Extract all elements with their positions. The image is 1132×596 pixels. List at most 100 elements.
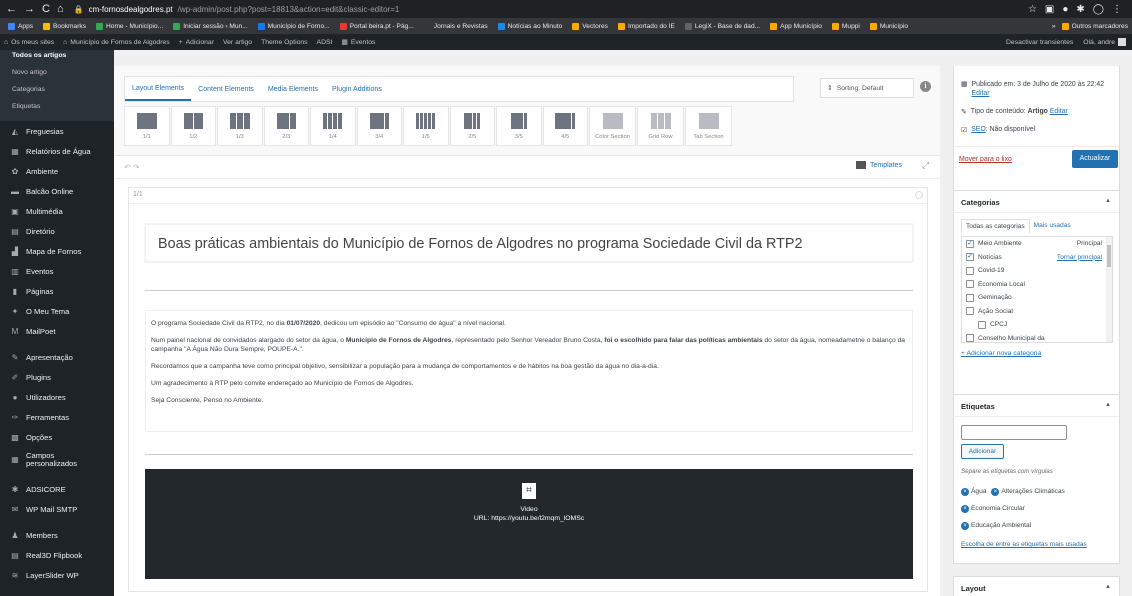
tags-header[interactable]: Etiquetas ▲ [954, 395, 1119, 417]
my-sites-link[interactable]: ⌂ Os meus sites [4, 39, 54, 46]
sidebar-item[interactable]: M MailPoet [0, 321, 114, 341]
layout-element[interactable]: 3/4 [356, 106, 402, 146]
forward-icon[interactable]: → [24, 3, 35, 15]
add-tag-button[interactable]: Adicionar [961, 444, 1004, 459]
layout-header[interactable]: Layout ▲ [954, 577, 1119, 596]
sidebar-item[interactable]: ▤ Real3D Flipbook [0, 545, 114, 565]
category-checkbox[interactable]: ✓ [966, 239, 974, 248]
tab-plugin-additions[interactable]: Plugin Additions [325, 77, 389, 101]
sidebar-item[interactable]: ✎ Apresentação [0, 347, 114, 367]
tab-layout-elements[interactable]: Layout Elements [125, 77, 192, 101]
sidebar-item[interactable]: ▥ Eventos [0, 261, 114, 281]
layout-element[interactable]: 3/5 [496, 106, 542, 146]
bookmarks-more-icon[interactable]: » [1052, 23, 1056, 30]
bookmark-item[interactable]: Vectores [572, 22, 608, 30]
submenu-item[interactable]: Novo artigo [0, 64, 114, 81]
text-block-element[interactable]: O programa Sociedade Civil da RTP2, no d… [145, 310, 913, 432]
sidebar-item[interactable]: ▬ Balcão Online [0, 181, 114, 201]
sidebar-item[interactable]: ▦ Campos personalizados [0, 447, 114, 473]
tag-input[interactable] [961, 425, 1067, 440]
sidebar-item[interactable]: ≋ LayerSlider WP [0, 565, 114, 585]
layout-element[interactable]: Grid Row [637, 106, 684, 146]
submenu-item[interactable]: Todos os artigos [0, 52, 114, 64]
edit-type-link[interactable]: Editar [1050, 108, 1068, 115]
bookmark-item[interactable]: Iniciar sessão ‹ Mun... [173, 22, 248, 30]
tab-most-used[interactable]: Mais usadas [1030, 219, 1075, 233]
sidebar-item[interactable]: ● Utilizadores [0, 387, 114, 407]
other-bookmarks[interactable]: Outros marcadores [1061, 22, 1128, 30]
bookmark-item[interactable]: Notícias ao Minuto [497, 22, 562, 30]
templates-button[interactable]: Templates [856, 161, 902, 169]
category-checkbox[interactable] [966, 293, 974, 302]
extension-icon[interactable]: ▣ [1045, 4, 1054, 15]
star-icon[interactable]: ☆ [1028, 4, 1037, 15]
move-to-trash-link[interactable]: Mover para o lixo [959, 156, 1012, 163]
sidebar-item[interactable]: ✿ Ambiente [0, 161, 114, 181]
sidebar-item[interactable]: ▮ Páginas [0, 281, 114, 301]
collapse-icon[interactable]: ▲ [1105, 198, 1111, 204]
bookmark-item[interactable]: Portal beira.pt - Pág... [339, 22, 414, 30]
tab-content-elements[interactable]: Content Elements [191, 77, 261, 101]
extension-icon-2[interactable]: ● [1062, 4, 1068, 15]
events-link[interactable]: ▦ Eventos [341, 38, 375, 47]
video-element[interactable]: ⌗ Video URL: https://youtu.be/l2mqm_lOMS… [145, 469, 913, 579]
hr-divider-2[interactable] [145, 454, 913, 455]
submenu-item[interactable]: Categorias [0, 81, 114, 98]
category-checkbox[interactable]: ✓ [966, 253, 974, 262]
add-new-link[interactable]: + Adicionar [179, 39, 214, 46]
builder-section[interactable]: 1/1 Boas práticas ambientais do Municípi… [128, 187, 928, 592]
undo-redo-icons[interactable]: ↶ ↷ [124, 163, 140, 172]
sidebar-item[interactable]: ✱ ADSICORE [0, 479, 114, 499]
theme-options-link[interactable]: Theme Options [261, 39, 307, 46]
address-bar[interactable]: 🔒 cm-fornosdealgodres.pt/wp-admin/post.p… [74, 5, 400, 14]
sidebar-item[interactable]: ✦ O Meu Tema [0, 301, 114, 321]
sidebar-item[interactable]: ✐ Plugins [0, 367, 114, 387]
user-menu[interactable]: Olá, andre [1083, 38, 1126, 46]
menu-icon[interactable]: ⋮ [1112, 4, 1122, 15]
layout-element[interactable]: 2/3 [263, 106, 309, 146]
edit-date-link[interactable]: Editar [972, 90, 990, 97]
category-checkbox[interactable] [966, 334, 974, 342]
sidebar-item[interactable]: ▩ Opções [0, 427, 114, 447]
puzzle-icon[interactable]: ✱ [1076, 4, 1084, 15]
layout-element[interactable]: Color Section [589, 106, 636, 146]
sorting-select[interactable]: ⇕ Sorting: Default [820, 78, 914, 98]
layout-element[interactable]: 1/3 [217, 106, 263, 146]
sidebar-item[interactable]: ✑ Ferramentas [0, 407, 114, 427]
transients-link[interactable]: Desactivar transientes [1006, 39, 1073, 46]
adsi-link[interactable]: ADSI [317, 39, 333, 46]
seo-link[interactable]: SEO [971, 126, 986, 133]
sidebar-item[interactable]: ♟ Members [0, 525, 114, 545]
section-toggle-icon[interactable] [915, 191, 923, 199]
bookmark-item[interactable]: Home - Município... [96, 22, 163, 30]
bookmark-item[interactable]: Município [869, 22, 908, 30]
category-checkbox[interactable] [966, 266, 974, 275]
bookmark-item[interactable]: Bookmarks [43, 22, 86, 30]
bookmark-item[interactable]: App Município [770, 22, 822, 30]
sidebar-item[interactable]: ▟ Mapa de Fornos [0, 241, 114, 261]
sidebar-item[interactable]: ▦ Relatórios de Água [0, 141, 114, 161]
bookmark-item[interactable]: Município de Forno... [257, 22, 330, 30]
sidebar-item[interactable]: ▣ Multimédia [0, 201, 114, 221]
site-name-link[interactable]: ⌂ Município de Fornos de Algodres [63, 39, 169, 46]
bookmark-item[interactable]: Importado do IE [617, 22, 675, 30]
bookmark-item[interactable]: Jornais e Revistas [423, 22, 488, 30]
bookmark-item[interactable]: Muppi [831, 22, 860, 30]
submenu-item[interactable]: Etiquetas [0, 98, 114, 115]
view-post-link[interactable]: Ver artigo [223, 39, 252, 46]
layout-element[interactable]: 1/1 [124, 106, 170, 146]
fullscreen-icon[interactable]: ⤢ [922, 160, 929, 171]
category-checkbox[interactable] [978, 320, 986, 329]
category-scrollbar[interactable] [1106, 237, 1112, 342]
layout-element[interactable]: 2/5 [449, 106, 495, 146]
layout-element[interactable]: 1/2 [170, 106, 216, 146]
heading-element[interactable]: Boas práticas ambientais do Município de… [145, 224, 913, 262]
bookmark-item[interactable]: LegiX - Base de dad... [684, 22, 760, 30]
category-checkbox[interactable] [966, 307, 974, 316]
hr-divider[interactable] [145, 290, 913, 291]
home-icon[interactable]: ⌂ [57, 3, 64, 15]
update-button[interactable]: Actualizar [1072, 150, 1118, 168]
layout-element[interactable]: 1/4 [310, 106, 356, 146]
layout-element[interactable]: 1/5 [403, 106, 449, 146]
reload-icon[interactable]: C [42, 3, 50, 15]
